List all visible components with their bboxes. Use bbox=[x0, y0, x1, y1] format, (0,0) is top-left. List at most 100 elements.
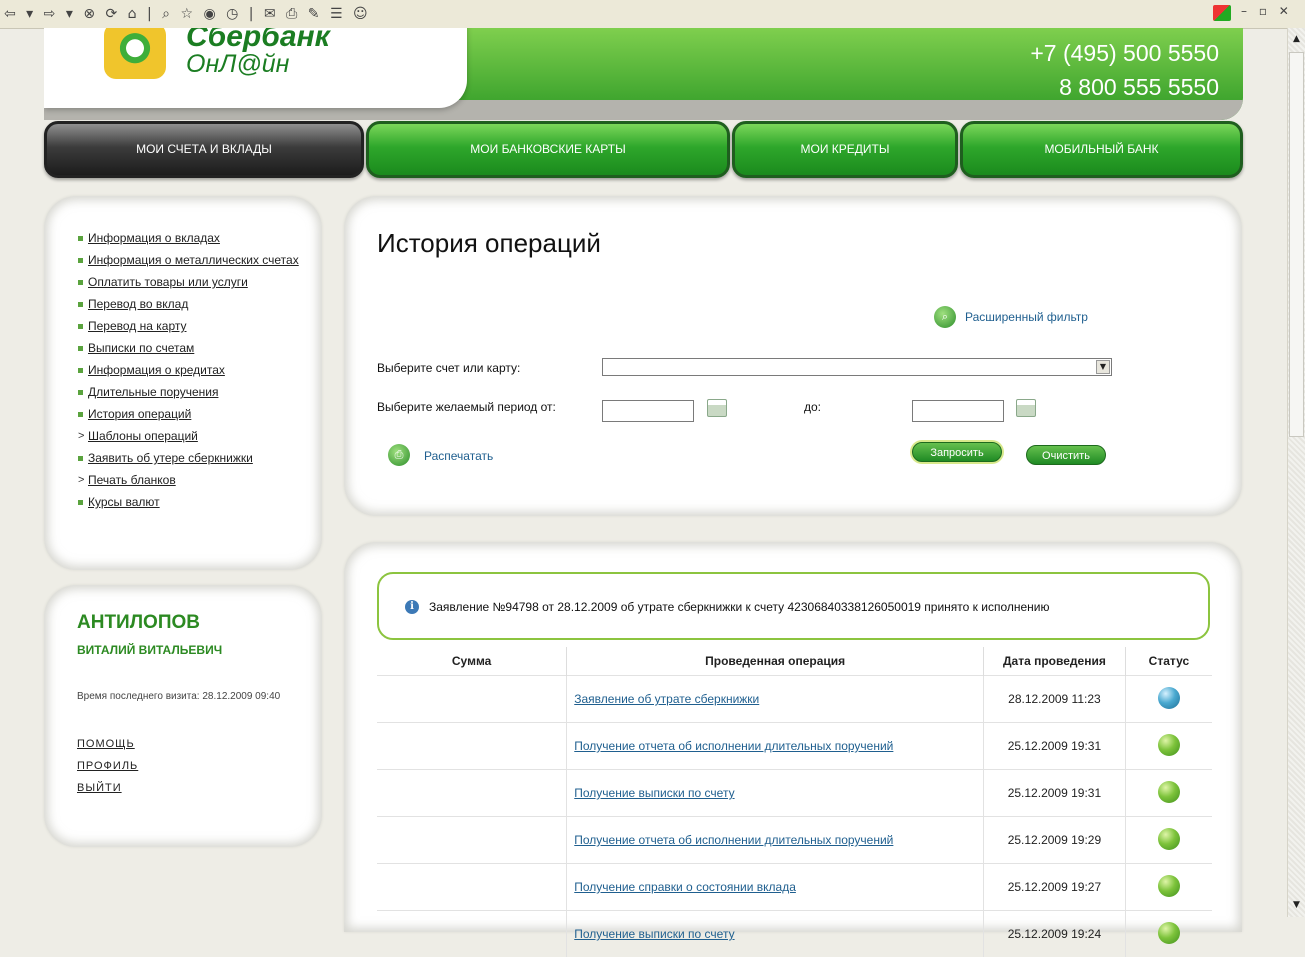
status-cell bbox=[1125, 911, 1212, 957]
tab-credits[interactable]: МОИ КРЕДИТЫ bbox=[732, 121, 958, 178]
clear-button[interactable]: Очистить bbox=[1026, 445, 1106, 465]
sidebar-item-label[interactable]: Курсы валют bbox=[88, 495, 160, 509]
date-cell: 25.12.2009 19:27 bbox=[984, 864, 1126, 911]
sidebar-item[interactable]: >Шаблоны операций bbox=[78, 428, 318, 444]
sidebar-item[interactable]: История операций bbox=[78, 406, 318, 422]
sidebar-item-label[interactable]: История операций bbox=[88, 407, 191, 421]
status-blue-icon bbox=[1158, 687, 1180, 709]
sidebar-item-label[interactable]: Перевод во вклад bbox=[88, 297, 188, 311]
account-select-label: Выберите счет или карту: bbox=[377, 361, 520, 375]
status-cell bbox=[1125, 723, 1212, 770]
operation-cell: Получение выписки по счету bbox=[567, 911, 984, 957]
user-name: ВИТАЛИЙ ВИТАЛЬЕВИЧ bbox=[77, 643, 222, 657]
status-green-icon bbox=[1158, 734, 1180, 756]
operation-cell: Получение выписки по счету bbox=[567, 770, 984, 817]
tab-mobile-bank[interactable]: МОБИЛЬНЫЙ БАНК bbox=[960, 121, 1243, 178]
sidebar-item-label[interactable]: Информация о вкладах bbox=[88, 231, 220, 245]
tab-cards[interactable]: МОИ БАНКОВСКИЕ КАРТЫ bbox=[366, 121, 730, 178]
scroll-up-icon[interactable]: ▲ bbox=[1289, 32, 1304, 47]
sidebar-item-label[interactable]: Шаблоны операций bbox=[88, 429, 198, 443]
magnifier-icon[interactable]: ⌕ bbox=[934, 306, 956, 328]
status-cell bbox=[1125, 770, 1212, 817]
calendar-icon[interactable] bbox=[707, 399, 727, 417]
help-link[interactable]: ПОМОЩЬ bbox=[77, 738, 135, 750]
operation-link[interactable]: Получение отчета об исполнении длительны… bbox=[568, 833, 893, 847]
amount-cell bbox=[377, 723, 567, 770]
date-to-input[interactable] bbox=[912, 400, 1004, 422]
status-cell bbox=[1125, 676, 1212, 723]
date-cell: 25.12.2009 19:31 bbox=[984, 770, 1126, 817]
table-row: Получение отчета об исполнении длительны… bbox=[377, 817, 1212, 864]
operation-link[interactable]: Получение справки о состоянии вклада bbox=[568, 880, 796, 894]
operation-link[interactable]: Получение выписки по счету bbox=[568, 786, 734, 800]
bullet-icon bbox=[78, 500, 83, 505]
status-green-icon bbox=[1158, 922, 1180, 944]
query-button[interactable]: Запросить bbox=[912, 442, 1002, 462]
sidebar-item[interactable]: Перевод во вклад bbox=[78, 296, 318, 312]
sidebar-item[interactable]: >Печать бланков bbox=[78, 472, 318, 488]
logo[interactable]: Сбербанк ОнЛ@йн bbox=[44, 28, 467, 108]
sidebar-item[interactable]: Заявить об утере сберкнижки bbox=[78, 450, 318, 466]
sidebar-item[interactable]: Перевод на карту bbox=[78, 318, 318, 334]
status-green-icon bbox=[1158, 828, 1180, 850]
sidebar-item-label[interactable]: Оплатить товары или услуги bbox=[88, 275, 248, 289]
calendar-icon[interactable] bbox=[1016, 399, 1036, 417]
account-select[interactable]: ▼ bbox=[602, 358, 1112, 376]
col-amount: Сумма bbox=[377, 647, 567, 676]
bullet-icon bbox=[78, 236, 83, 241]
print-link[interactable]: Распечатать bbox=[424, 449, 493, 463]
sidebar-item-label[interactable]: Информация о металлических счетах bbox=[88, 253, 299, 267]
profile-link[interactable]: ПРОФИЛЬ bbox=[77, 760, 138, 772]
user-panel: АНТИЛОПОВ ВИТАЛИЙ ВИТАЛЬЕВИЧ Время после… bbox=[44, 585, 322, 847]
sidebar-item[interactable]: Длительные поручения bbox=[78, 384, 318, 400]
vertical-scrollbar[interactable]: ▲ ▼ bbox=[1287, 28, 1305, 917]
date-cell: 25.12.2009 19:29 bbox=[984, 817, 1126, 864]
sidebar-item[interactable]: Информация о вкладах bbox=[78, 230, 318, 246]
history-results-panel: i Заявление №94798 от 28.12.2009 об утра… bbox=[344, 542, 1242, 932]
status-green-icon bbox=[1158, 781, 1180, 803]
sidebar-menu: Информация о вкладах Информация о металли… bbox=[44, 196, 322, 570]
scroll-thumb[interactable] bbox=[1289, 52, 1304, 437]
chevron-down-icon[interactable]: ▼ bbox=[1096, 360, 1110, 374]
last-visit-text: Время последнего визита: 28.12.2009 09:4… bbox=[77, 690, 307, 703]
period-to-label: до: bbox=[804, 400, 821, 414]
sidebar-item-label[interactable]: Длительные поручения bbox=[88, 385, 218, 399]
status-cell bbox=[1125, 817, 1212, 864]
table-row: Заявление об утрате сберкнижки 28.12.2009… bbox=[377, 676, 1212, 723]
tab-accounts[interactable]: МОИ СЧЕТА И ВКЛАДЫ bbox=[44, 121, 364, 178]
date-cell: 28.12.2009 11:23 bbox=[984, 676, 1126, 723]
extended-filter-link[interactable]: Расширенный фильтр bbox=[965, 310, 1088, 324]
sidebar-item-label[interactable]: Перевод на карту bbox=[88, 319, 187, 333]
bullet-icon bbox=[78, 412, 83, 417]
bullet-icon bbox=[78, 346, 83, 351]
col-date: Дата проведения bbox=[984, 647, 1126, 676]
amount-cell bbox=[377, 676, 567, 723]
windows-logo-icon bbox=[1213, 5, 1231, 21]
sidebar-item[interactable]: Информация о металлических счетах bbox=[78, 252, 318, 268]
window-controls[interactable]: – ▫ ✕ bbox=[1241, 4, 1293, 18]
sidebar-item[interactable]: Информация о кредитах bbox=[78, 362, 318, 378]
status-cell bbox=[1125, 864, 1212, 911]
date-cell: 25.12.2009 19:24 bbox=[984, 911, 1126, 957]
sidebar-item-label[interactable]: Заявить об утере сберкнижки bbox=[88, 451, 253, 465]
sidebar-item-label[interactable]: Печать бланков bbox=[88, 473, 176, 487]
notice-text: Заявление №94798 от 28.12.2009 об утрате… bbox=[429, 600, 1050, 614]
operation-link[interactable]: Получение отчета об исполнении длительны… bbox=[568, 739, 893, 753]
col-operation: Проведенная операция bbox=[567, 647, 984, 676]
operation-link[interactable]: Заявление об утрате сберкнижки bbox=[568, 692, 759, 706]
operation-cell: Получение отчета об исполнении длительны… bbox=[567, 817, 984, 864]
date-from-input[interactable] bbox=[602, 400, 694, 422]
scroll-down-icon[interactable]: ▼ bbox=[1289, 898, 1304, 913]
toolbar-icons[interactable]: ⇦ ▾ ⇨ ▾ ⊗ ⟳ ⌂ | ⌕ ☆ ◉ ◷ | ✉ ⎙ ✎ ☰ ☺ bbox=[4, 6, 371, 22]
sidebar-item[interactable]: Оплатить товары или услуги bbox=[78, 274, 318, 290]
sidebar-item-label[interactable]: Выписки по счетам bbox=[88, 341, 194, 355]
sidebar-item[interactable]: Выписки по счетам bbox=[78, 340, 318, 356]
status-green-icon bbox=[1158, 875, 1180, 897]
operation-link[interactable]: Получение выписки по счету bbox=[568, 927, 734, 941]
amount-cell bbox=[377, 864, 567, 911]
logout-link[interactable]: ВЫЙТИ bbox=[77, 782, 122, 794]
sidebar-item-label[interactable]: Информация о кредитах bbox=[88, 363, 225, 377]
sidebar-item[interactable]: Курсы валют bbox=[78, 494, 318, 510]
bullet-icon bbox=[78, 258, 83, 263]
print-icon[interactable]: ⎙ bbox=[388, 444, 410, 466]
